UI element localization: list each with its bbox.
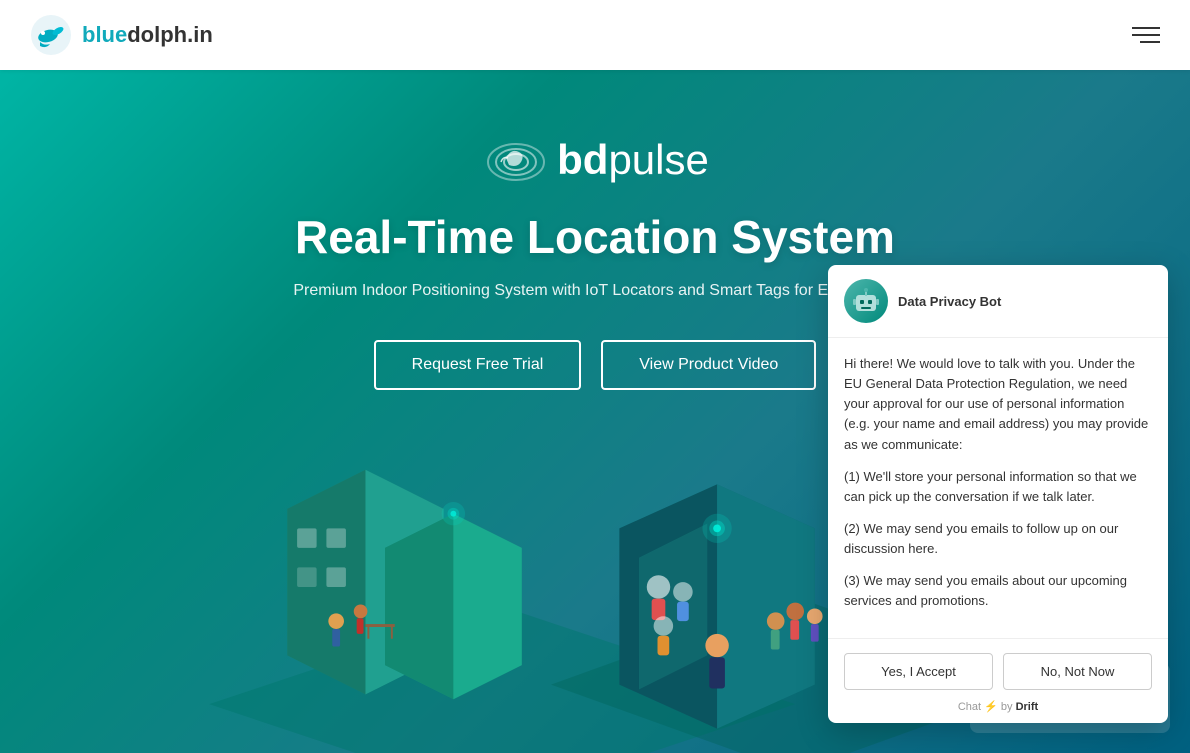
decline-button[interactable]: No, Not Now	[1003, 653, 1152, 690]
chat-modal: Data Privacy Bot Hi there! We would love…	[828, 265, 1168, 723]
chat-body[interactable]: Hi there! We would love to talk with you…	[828, 338, 1168, 638]
logo[interactable]: bluedolph.in	[30, 14, 213, 56]
bdpulse-logo: bdpulse	[481, 130, 709, 190]
chat-text-3: (2) We may send you emails to follow up …	[844, 519, 1152, 559]
logo-icon	[30, 14, 72, 56]
chat-text-1: Hi there! We would love to talk with you…	[844, 354, 1152, 455]
hero-section: bdpulse Real-Time Location System Premiu…	[0, 70, 1190, 753]
chat-action-buttons: Yes, I Accept No, Not Now	[844, 653, 1152, 690]
logo-text: bluedolph.in	[82, 22, 213, 48]
bdpulse-icon	[481, 130, 551, 190]
chat-modal-header: Data Privacy Bot	[828, 265, 1168, 338]
drift-link[interactable]: Drift	[1016, 701, 1039, 713]
hero-subtitle: Premium Indoor Positioning System with I…	[293, 282, 896, 300]
bot-name-label: Data Privacy Bot	[898, 294, 1001, 309]
site-header: bluedolph.in	[0, 0, 1190, 70]
bdpulse-text: bdpulse	[557, 136, 709, 184]
hero-title: Real-Time Location System	[295, 210, 895, 264]
accept-button[interactable]: Yes, I Accept	[844, 653, 993, 690]
chat-text-2: (1) We'll store your personal informatio…	[844, 467, 1152, 507]
drift-branding: Chat ⚡ by Drift	[844, 700, 1152, 713]
hamburger-menu[interactable]	[1132, 27, 1160, 43]
bot-avatar	[844, 279, 888, 323]
chat-text-4: (3) We may send you emails about our upc…	[844, 571, 1152, 611]
chat-footer: Yes, I Accept No, Not Now Chat ⚡ by Drif…	[828, 638, 1168, 723]
bot-icon	[852, 287, 880, 315]
